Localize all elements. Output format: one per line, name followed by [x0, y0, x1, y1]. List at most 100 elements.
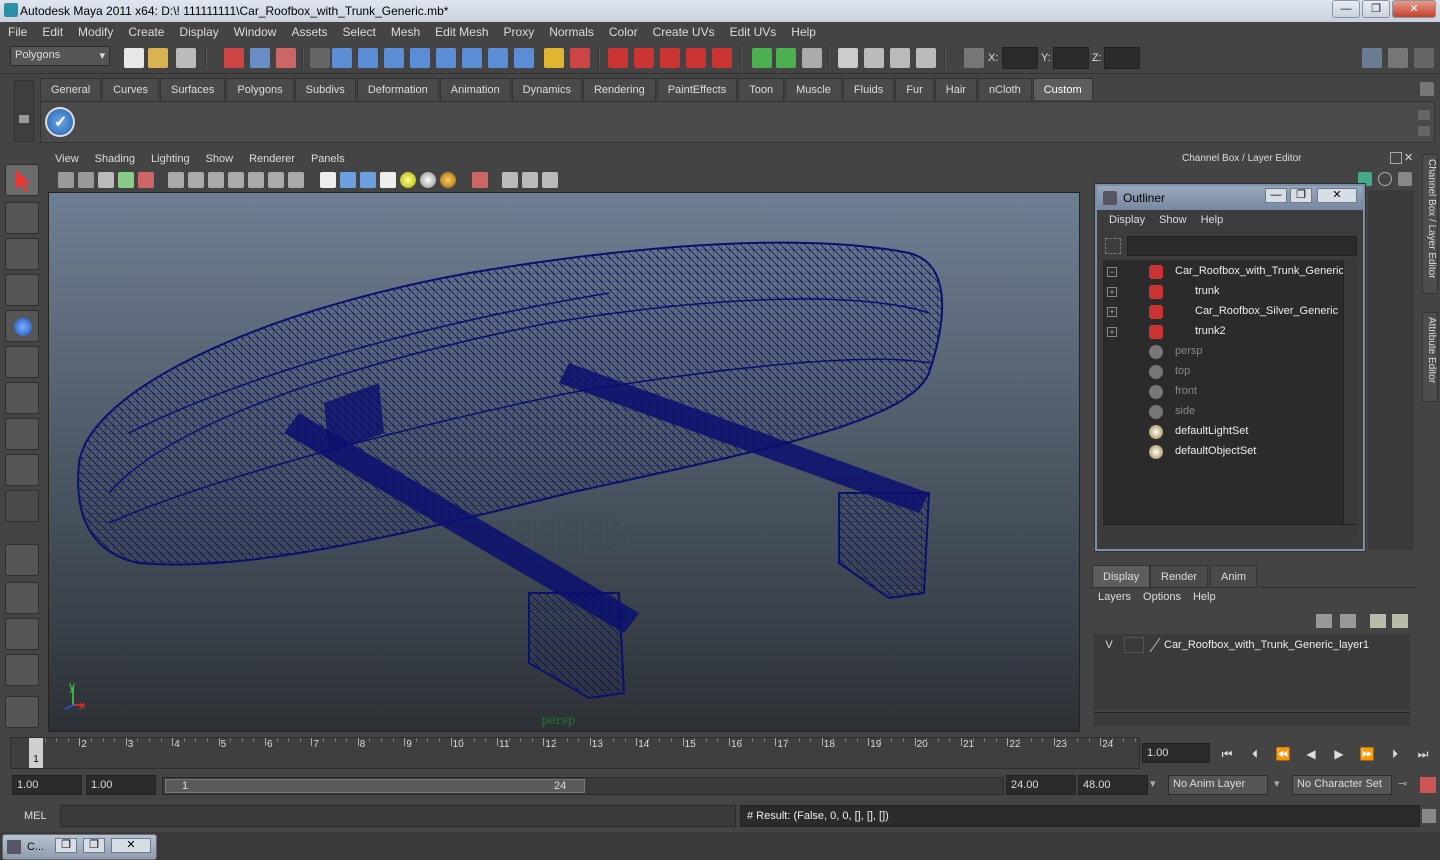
filter-icon[interactable]	[1105, 238, 1121, 254]
safe-title-icon[interactable]	[288, 172, 304, 188]
menu-window[interactable]: Window	[226, 22, 284, 42]
tab-render-layers[interactable]: Render	[1150, 565, 1209, 587]
lasso-tool-icon[interactable]	[5, 202, 39, 234]
collapse-icon[interactable]: −	[1107, 267, 1117, 277]
panel-menu-show[interactable]: Show	[199, 150, 243, 170]
minimized-window[interactable]: C... ❐ ❐ ✕	[2, 834, 157, 860]
select-misc-icon[interactable]	[514, 48, 534, 68]
panel-menu-lighting[interactable]: Lighting	[144, 150, 199, 170]
menu-normals[interactable]: Normals	[541, 22, 601, 42]
tab-fur[interactable]: Fur	[895, 78, 934, 100]
soft-modification-icon[interactable]	[5, 418, 39, 450]
tab-subdivs[interactable]: Subdivs	[294, 78, 356, 100]
go-to-end-icon[interactable]: ⏭	[1412, 744, 1434, 764]
menu-create-uvs[interactable]: Create UVs	[645, 22, 722, 42]
snap-to-point-icon[interactable]	[660, 48, 680, 68]
current-frame-marker[interactable]: 1	[29, 738, 43, 768]
film-gate-icon[interactable]	[188, 172, 204, 188]
select-by-hierarchy-icon[interactable]	[224, 48, 244, 68]
layer-horizontal-scrollbar[interactable]	[1094, 712, 1410, 726]
paint-select-tool-icon[interactable]	[5, 238, 39, 270]
use-all-lights-icon[interactable]	[420, 172, 436, 188]
outliner-item[interactable]: defaultLightSet	[1103, 422, 1343, 442]
tab-surfaces[interactable]: Surfaces	[159, 78, 226, 100]
expand-icon[interactable]: +	[1107, 307, 1117, 317]
two-d-pan-zoom-icon[interactable]	[138, 172, 154, 188]
auto-key-icon[interactable]	[1420, 777, 1436, 793]
show-hide-attribute-editor-icon[interactable]	[1362, 48, 1382, 68]
range-slider-track[interactable]: 1 24	[162, 777, 1004, 795]
select-dynamics-icon[interactable]	[462, 48, 482, 68]
tab-general[interactable]: General	[40, 78, 102, 100]
outliner-vertical-scrollbar[interactable]	[1343, 260, 1357, 524]
layer-menu-layers[interactable]: Layers	[1098, 591, 1143, 603]
single-perspective-layout-icon[interactable]	[5, 544, 39, 576]
rotate-tool-icon[interactable]	[5, 310, 39, 342]
tab-painteffects[interactable]: PaintEffects	[656, 78, 738, 100]
isolate-select-icon[interactable]	[472, 172, 488, 188]
animation-end-input[interactable]: 48.00	[1078, 775, 1148, 795]
snap-to-grid-icon[interactable]	[608, 48, 628, 68]
select-handles-icon[interactable]	[332, 48, 352, 68]
move-layer-up-icon[interactable]	[1316, 614, 1332, 628]
hypershade-layout-icon[interactable]	[5, 696, 39, 728]
select-curves-icon[interactable]	[384, 48, 404, 68]
textured-icon[interactable]	[380, 172, 396, 188]
character-set-dropdown[interactable]: No Character Set	[1292, 775, 1392, 795]
outliner-item[interactable]: side	[1103, 402, 1343, 422]
outliner-item[interactable]: top	[1103, 362, 1343, 382]
shelf-handle[interactable]	[14, 80, 34, 142]
menu-display[interactable]: Display	[171, 22, 225, 42]
shelf-scroll-down-icon[interactable]	[1418, 126, 1430, 136]
menu-file[interactable]: File	[0, 22, 34, 42]
menu-edit[interactable]: Edit	[34, 22, 70, 42]
tab-polygons[interactable]: Polygons	[226, 78, 294, 100]
checkmark-icon[interactable]: ✓	[45, 107, 75, 137]
scale-tool-icon[interactable]	[5, 346, 39, 378]
menu-help[interactable]: Help	[783, 22, 823, 42]
play-backwards-icon[interactable]: ◀	[1300, 744, 1322, 764]
lock-selection-icon[interactable]	[544, 48, 564, 68]
step-back-key-icon[interactable]: ⏪	[1272, 744, 1294, 764]
close-button[interactable]: ✕	[1392, 0, 1436, 18]
animation-start-input[interactable]: 1.00	[12, 775, 82, 795]
save-scene-icon[interactable]	[176, 48, 196, 68]
layer-menu-options[interactable]: Options	[1143, 591, 1193, 603]
z-input[interactable]	[1104, 47, 1140, 69]
step-forward-key-icon[interactable]: ⏩	[1356, 744, 1378, 764]
maximize-button[interactable]: ❐	[1362, 0, 1390, 18]
select-camera-icon[interactable]	[58, 172, 74, 188]
select-deformations-icon[interactable]	[436, 48, 456, 68]
safe-action-icon[interactable]	[268, 172, 284, 188]
expand-icon[interactable]: +	[1107, 287, 1117, 297]
snap-to-curve-icon[interactable]	[634, 48, 654, 68]
outliner-menu-display[interactable]: Display	[1103, 210, 1153, 230]
float-panel-icon[interactable]	[1390, 152, 1402, 164]
select-rendering-icon[interactable]	[488, 48, 508, 68]
playback-end-input[interactable]: 24.00	[1006, 775, 1076, 795]
close-panel-icon[interactable]: ✕	[1404, 151, 1418, 165]
mel-label[interactable]: MEL	[24, 810, 47, 822]
command-input[interactable]	[60, 805, 736, 827]
gate-mask-icon[interactable]	[228, 172, 244, 188]
outliner-horizontal-scrollbar[interactable]	[1103, 524, 1357, 538]
outliner-item[interactable]: front	[1103, 382, 1343, 402]
time-slider[interactable]: 1234567891011121314151617181920212223241	[10, 737, 1140, 769]
menu-modify[interactable]: Modify	[70, 22, 120, 42]
tab-display-layers[interactable]: Display	[1092, 565, 1151, 587]
input-connections-icon[interactable]	[752, 48, 772, 68]
tab-hair[interactable]: Hair	[934, 78, 977, 100]
open-scene-icon[interactable]	[148, 48, 168, 68]
outliner-item[interactable]: + Car_Roofbox_Silver_Generic	[1103, 302, 1343, 322]
chevron-down-icon[interactable]: ▾	[1274, 777, 1290, 793]
outliner-search-input[interactable]	[1127, 236, 1357, 256]
render-current-frame-icon[interactable]	[864, 48, 884, 68]
persp-graph-layout-icon[interactable]	[5, 654, 39, 686]
tab-dynamics[interactable]: Dynamics	[511, 78, 582, 100]
output-connections-icon[interactable]	[776, 48, 796, 68]
tab-animation[interactable]: Animation	[439, 78, 511, 100]
ipr-render-icon[interactable]	[890, 48, 910, 68]
shelf-scroll-up-icon[interactable]	[1418, 110, 1430, 120]
layer-menu-help[interactable]: Help	[1193, 591, 1216, 603]
menu-mesh[interactable]: Mesh	[383, 22, 427, 42]
